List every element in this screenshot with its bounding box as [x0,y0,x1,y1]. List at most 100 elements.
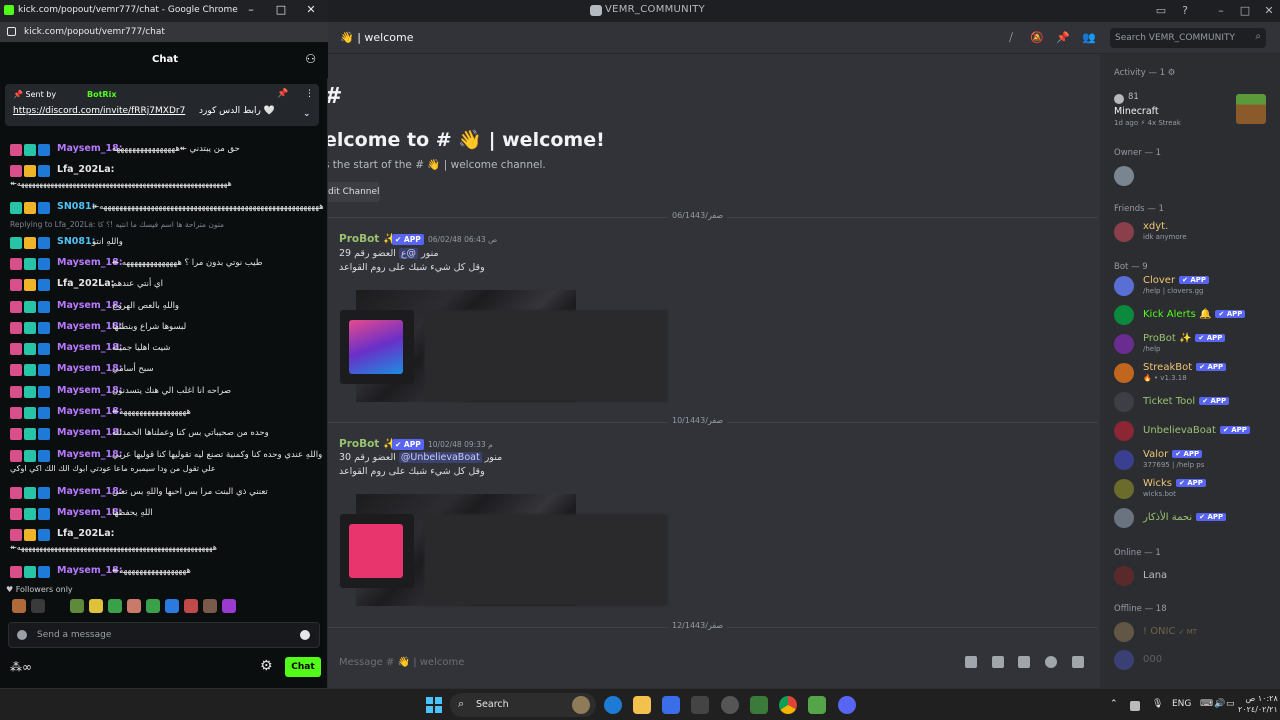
network-icon[interactable]: ⌨ [1200,699,1213,709]
emote-icon[interactable] [12,599,26,613]
badge-icon [38,529,50,542]
bot-member-item[interactable]: نحمة الأذكار ✔ APP [1114,506,1274,530]
emoji-icon[interactable] [1045,656,1057,668]
settings-app-icon[interactable] [721,696,739,714]
bot-member-item[interactable]: ProBot ✨ ✔ APP/help [1114,332,1274,356]
chat-text: واللهِ انتو [92,236,123,247]
member-owner[interactable] [1114,164,1274,188]
chat-username[interactable]: SN081: [57,236,95,247]
pin-icon[interactable]: 📌 [277,89,288,99]
edit-channel-button[interactable]: dit Channel [328,182,380,202]
emote-icon[interactable] [184,599,198,613]
member-item[interactable]: xdyt. idk anymore [1114,220,1274,244]
microphone-icon[interactable]: 🎙 [1152,699,1163,709]
chat-username[interactable]: Lfa_202La: [57,528,114,539]
member-item[interactable]: ! ONIC ✓ MT [1114,620,1274,644]
chat-text: ↞ههههههههههههههههههههههههههههههههههههههه… [92,202,324,213]
emote-icon[interactable] [108,599,122,613]
threads-icon[interactable]: ⧸ [1004,31,1018,45]
chat-username[interactable]: Lfa_202La: [57,164,114,175]
maximize-icon[interactable]: □ [274,3,288,17]
edge-icon[interactable] [604,696,622,714]
activity-card[interactable]: 81 Minecraft 1d ago ⚡ 4x Streak [1114,90,1274,134]
app-icon[interactable] [808,696,826,714]
emoji-icon[interactable] [300,630,310,640]
more-options-icon[interactable]: ⋮ [305,89,314,99]
mention-icon[interactable] [17,630,27,640]
emote-icon[interactable] [31,599,45,613]
search-icon: ⌕ [1255,31,1261,42]
send-chat-button[interactable]: Chat [285,657,321,677]
sticker-icon[interactable] [1018,656,1030,668]
reply-preview[interactable]: Replying to Lfa_202La: متون متراحة ها اس… [10,220,224,229]
kick-points-icon[interactable]: ⁂∞ [10,660,32,674]
help-icon[interactable]: ? [1178,4,1192,18]
bot-member-item[interactable]: Kick Alerts 🔔 ✔ APP [1114,303,1274,327]
tray-app-icon[interactable] [1130,701,1140,711]
site-info-icon[interactable] [7,27,16,36]
search-input[interactable]: Search VEMR_COMMUNITY ⌕ [1110,28,1266,48]
bot-name: StreakBot ✔ APP [1143,362,1227,373]
file-explorer-icon[interactable] [633,696,651,714]
apps-icon[interactable] [1072,656,1084,668]
users-icon[interactable]: ⚇ [305,52,316,66]
message-composer[interactable]: Message # 👋 | welcome [328,650,1100,676]
language-indicator[interactable]: ENG [1172,699,1191,709]
bot-member-item[interactable]: Valor ✔ APP 377695 | /help ps [1114,448,1274,472]
windows-start-icon[interactable] [426,697,442,713]
close-icon[interactable]: ✕ [304,3,318,17]
emote-icon[interactable] [203,599,217,613]
notification-mute-icon[interactable]: 🔕 [1030,31,1044,45]
gif-icon[interactable] [992,656,1004,668]
app-icon[interactable] [691,696,709,714]
pinned-message[interactable]: 📌 Sent by BotRix https://discord.com/inv… [5,84,319,126]
bot-member-item[interactable]: StreakBot ✔ APP 🔥 • v1.3.18 [1114,361,1274,385]
volume-icon[interactable]: 🔊 [1214,699,1225,709]
minimize-icon[interactable]: – [244,3,258,17]
chevron-down-icon[interactable]: ⌄ [303,109,311,119]
emote-icon[interactable] [127,599,141,613]
emote-icon[interactable] [222,599,236,613]
taskbar-search[interactable]: ⌕ Search [450,693,596,717]
emote-icon[interactable] [70,599,84,613]
emote-icon[interactable] [146,599,160,613]
followers-only-label: ♥ Followers only [6,585,73,594]
member-list-icon[interactable]: 👥 [1082,31,1096,45]
gift-icon[interactable] [965,656,977,668]
chat-input[interactable]: Send a message [8,622,320,648]
emote-icon[interactable] [89,599,103,613]
member-item[interactable]: 000 [1114,648,1274,672]
hash-icon: # [328,84,342,109]
maximize-icon[interactable]: □ [1238,4,1252,18]
pin-icon[interactable]: 📌 [1056,31,1070,45]
embed-thumbnail [349,320,403,374]
message-author[interactable]: ProBot ✨ [339,232,396,245]
address-bar[interactable]: kick.com/popout/vemr777/chat [0,22,328,42]
chat-text: وحده من صحيباتي بس كنا وعملناها الحمدلله [112,428,269,439]
battery-icon[interactable]: ▭ [1226,699,1235,709]
bot-member-item[interactable]: UnbelievaBoat ✔ APP [1114,419,1274,443]
embed-blurred-image [424,310,668,402]
pinned-bot-name[interactable]: BotRix [87,90,116,99]
taskbar-clock[interactable]: ١٠:٢٨ ص ٢٠٢٤/٠٢/٢١ [1238,693,1278,715]
bot-member-item[interactable]: Clover ✔ APP/help | clovers.gg [1114,274,1274,298]
store-icon[interactable] [662,696,680,714]
chevron-up-icon[interactable]: ⌃ [1110,699,1118,709]
bot-member-item[interactable]: Ticket Tool ✔ APP [1114,390,1274,414]
avatar [1114,334,1134,354]
bot-member-item[interactable]: Wicks ✔ APP wicks.bot [1114,477,1274,501]
discord-invite-link[interactable]: https://discord.com/invite/fRRj7MXDr7 [13,106,185,116]
minimize-icon[interactable]: – [1214,4,1228,18]
inbox-icon[interactable]: ▭ [1154,4,1168,18]
discord-icon[interactable] [838,696,856,714]
gear-icon[interactable]: ⚙ [260,658,273,674]
chat-username[interactable]: SN081: [57,201,95,212]
app-icon[interactable] [750,696,768,714]
emote-icon[interactable] [165,599,179,613]
close-icon[interactable]: ✕ [1262,4,1276,18]
badge-icon [24,343,36,356]
chat-username[interactable]: Lfa_202La: [57,278,114,289]
member-item[interactable]: Lana [1114,564,1274,588]
message-author[interactable]: ProBot ✨ [339,437,396,450]
chrome-icon[interactable] [779,696,797,714]
